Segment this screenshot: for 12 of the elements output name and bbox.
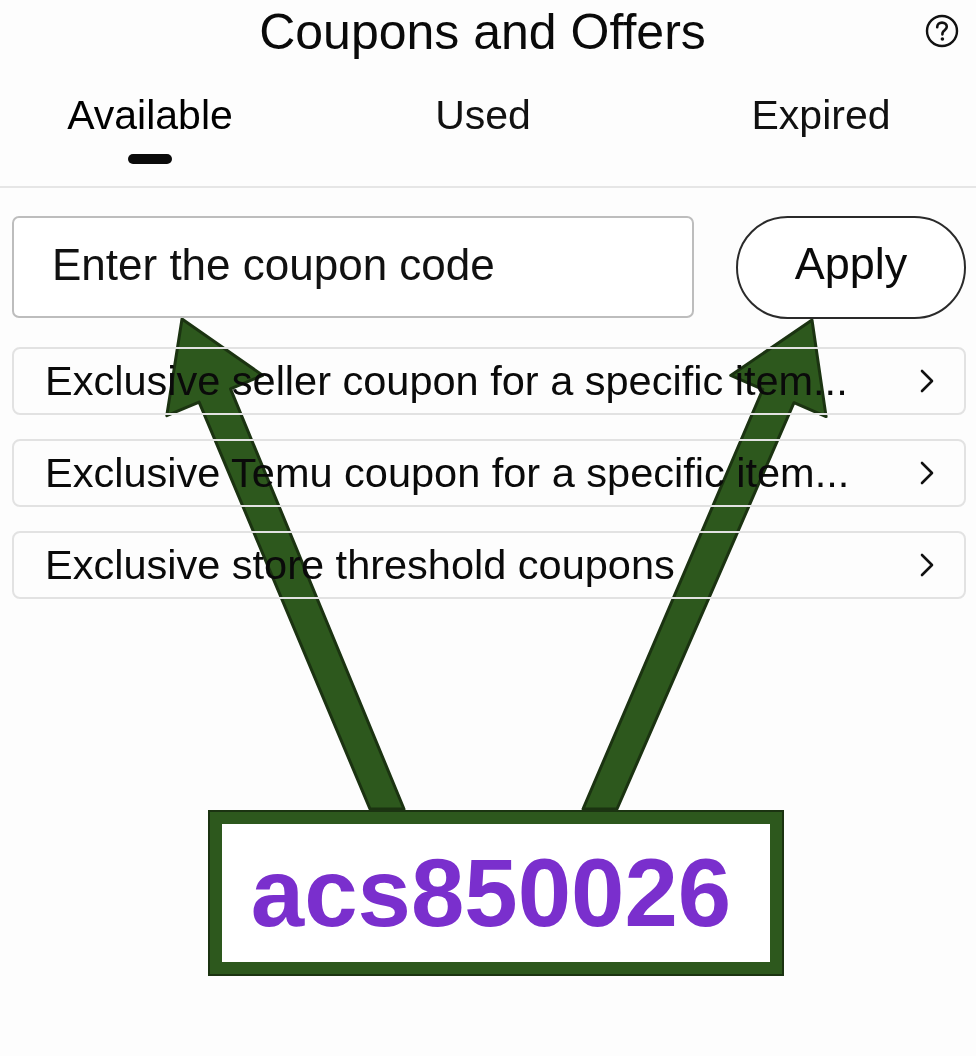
page-title: Coupons and Offers <box>258 5 706 57</box>
tab[interactable]: Expired <box>747 62 895 142</box>
apply-button[interactable]: Apply <box>736 216 966 319</box>
help-icon[interactable] <box>925 14 959 48</box>
chevron-right-icon <box>920 369 934 393</box>
selected-tab-underline <box>128 154 172 164</box>
coupon-code-field[interactable]: Enter the coupon code <box>12 216 694 318</box>
coupon-code: acs850026 <box>250 845 733 941</box>
chevron-right-icon <box>920 461 934 485</box>
tab[interactable]: Available <box>63 62 237 170</box>
tab[interactable]: Used <box>431 62 535 142</box>
chevron-right-icon <box>920 553 934 577</box>
